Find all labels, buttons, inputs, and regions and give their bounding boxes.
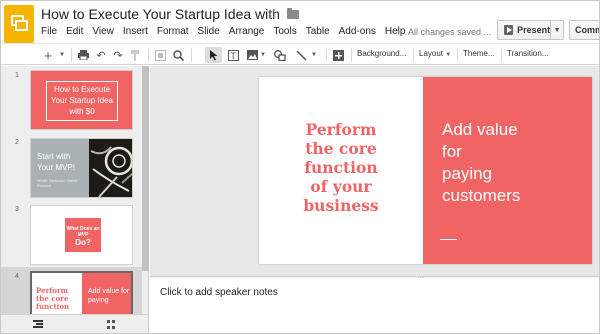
thumbnail-left-text: Perform the core function [36, 286, 70, 311]
paint-format-icon[interactable] [128, 47, 142, 63]
slide-number: 1 [15, 72, 19, 79]
slide-number: 3 [15, 206, 19, 213]
menu-help[interactable]: Help [385, 26, 406, 40]
redo-icon[interactable]: ↷ [111, 47, 125, 63]
svg-text:T: T [229, 52, 236, 61]
grid-view-icon[interactable] [107, 320, 116, 329]
line-icon[interactable] [294, 47, 308, 63]
slide-thumbnail-4[interactable]: Perform the core function Add value for … [30, 271, 133, 319]
menu-edit[interactable]: Edit [66, 26, 83, 40]
slide-number: 2 [15, 139, 19, 146]
menu-add-ons[interactable]: Add-ons [339, 26, 376, 40]
shape-icon[interactable] [273, 47, 287, 63]
slide-canvas: Perform the core function of your busine… [150, 66, 599, 276]
menu-arrange[interactable]: Arrange [229, 26, 265, 40]
slide-thumbnail-2[interactable]: Start with Your MVP! MMM: Minimum Viable… [30, 138, 133, 198]
present-button[interactable]: Present ▼ [497, 20, 564, 40]
slide-thumbnail-3[interactable]: What Does an MVP Do? [30, 205, 133, 265]
present-label: Present [517, 25, 551, 35]
menu-format[interactable]: Format [157, 26, 189, 40]
background-button[interactable]: Background... [357, 49, 406, 58]
image-dropdown-icon[interactable]: ▼ [259, 47, 267, 63]
print-icon[interactable] [76, 47, 90, 63]
slide-right-panel: Add value for paying customers [423, 77, 592, 264]
thumbnail-title: Start with Your MVP! [37, 152, 75, 172]
comments-button[interactable]: Comments [569, 20, 599, 40]
slides-editor-window: How to Execute Your Startup Idea with ☆ … [0, 0, 600, 334]
new-slide-dropdown-icon[interactable]: ▼ [57, 47, 67, 63]
insert-comment-icon[interactable] [331, 47, 345, 63]
transition-button[interactable]: Transition... [507, 49, 549, 58]
save-status: All changes saved ... [408, 27, 492, 37]
decorative-line [440, 239, 457, 240]
menu-table[interactable]: Table [306, 26, 330, 40]
folder-icon[interactable] [287, 8, 299, 19]
menu-tools[interactable]: Tools [273, 26, 296, 40]
menu-file[interactable]: File [41, 26, 57, 40]
slide-number: 4 [15, 273, 19, 280]
theme-button[interactable]: Theme... [463, 49, 495, 58]
new-slide-icon[interactable]: + [41, 47, 55, 63]
slide-left-text[interactable]: Perform the core function of your busine… [259, 120, 423, 215]
current-slide[interactable]: Perform the core function of your busine… [259, 77, 592, 264]
zoom-icon[interactable] [171, 47, 185, 63]
menu-insert[interactable]: Insert [123, 26, 148, 40]
text-box-icon[interactable]: T [226, 47, 240, 63]
filmstrip-view-bar [1, 314, 149, 333]
speaker-notes-placeholder: Click to add speaker notes [160, 287, 278, 298]
thumbnail-text: What Does an MVP Do? [65, 218, 101, 252]
filmstrip-view-icon[interactable] [33, 320, 43, 328]
menu-bar: File Edit View Insert Format Slide Arran… [41, 26, 414, 40]
thumbnail-text: How to Execute Your Startup Idea with $0 [46, 81, 118, 121]
undo-icon[interactable]: ↶ [94, 47, 108, 63]
filmstrip-scrollbar[interactable] [142, 66, 149, 271]
speaker-notes-area[interactable]: Click to add speaker notes [150, 278, 599, 333]
present-icon [504, 25, 514, 35]
star-icon[interactable]: ☆ [267, 6, 280, 23]
slide-thumbnail-1[interactable]: How to Execute Your Startup Idea with $0 [30, 70, 133, 130]
thumbnail-subtitle: MMM: Minimum Viable Product [37, 178, 78, 188]
slide-right-text[interactable]: Add value for paying customers [442, 119, 520, 207]
layout-button[interactable]: Layout ▼ [419, 49, 451, 58]
thumbnail-photo [89, 139, 132, 197]
select-cursor-icon[interactable] [205, 47, 222, 63]
slide-left-panel: Perform the core function of your busine… [259, 77, 423, 264]
thumbnail-right-text: Add value for paying [88, 288, 130, 304]
slide-filmstrip: 1 How to Execute Your Startup Idea with … [1, 66, 149, 319]
menu-slide[interactable]: Slide [198, 26, 220, 40]
line-dropdown-icon[interactable]: ▼ [310, 47, 318, 63]
image-icon[interactable] [245, 47, 259, 63]
slides-logo-icon[interactable] [4, 5, 34, 43]
present-dropdown-icon[interactable]: ▼ [550, 21, 563, 39]
fit-icon[interactable] [153, 47, 167, 63]
toolbar: + ▼ ↶ ↷ T ▼ ▼ Background... Layout ▼ The… [1, 43, 599, 65]
menu-view[interactable]: View [92, 26, 114, 40]
document-title[interactable]: How to Execute Your Startup Idea with [41, 6, 280, 22]
